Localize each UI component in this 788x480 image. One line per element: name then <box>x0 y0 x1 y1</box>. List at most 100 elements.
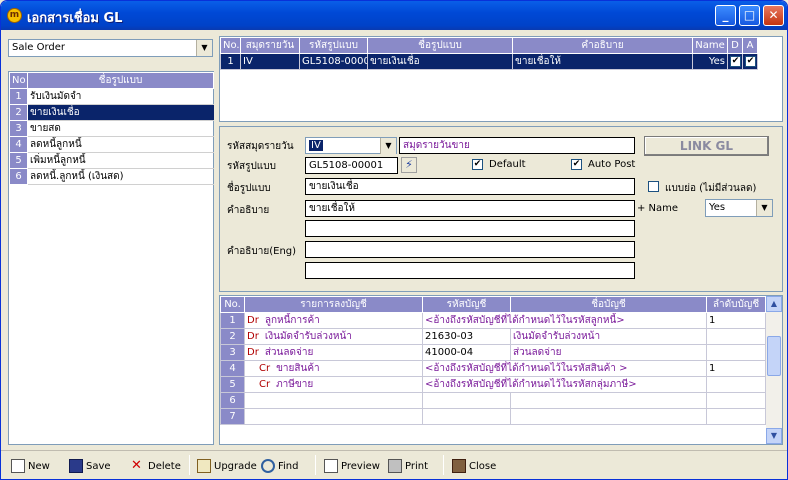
template-row[interactable]: 4 ลดหนี้ลูกหนี้ <box>9 136 214 153</box>
entry-item-cell[interactable]: Dr ส่วนลดจ่าย <box>244 344 423 361</box>
entry-code-cell[interactable]: 21630-03 <box>422 328 511 345</box>
entry-seq-cell[interactable] <box>706 328 766 345</box>
template-row-name[interactable]: รับเงินมัดจำ <box>27 88 214 105</box>
journal-code-select[interactable]: IV ▼ <box>305 137 397 154</box>
template-row-no: 4 <box>9 136 28 153</box>
header-grid-row[interactable]: 1 IV GL5108-0000 ขายเงินเชื่อ ขายเชื่อให้ Yes… <box>220 53 758 70</box>
title-bar[interactable]: m เอกสารเชื่อม GL _ □ ✕ <box>1 1 787 30</box>
name-select[interactable]: Yes ▼ <box>705 199 773 217</box>
entry-item-cell[interactable]: Cr ภาษีขาย <box>244 376 423 393</box>
entry-code-cell[interactable] <box>422 392 511 409</box>
entry-row[interactable]: 3 Dr ส่วนลดจ่าย 41000-04 ส่วนลดจ่าย <box>220 344 766 361</box>
description-field-2[interactable] <box>305 220 635 237</box>
entry-seq-cell[interactable]: 1 <box>706 360 766 377</box>
entry-row[interactable]: 4 Cr ขายสินค้า <อ้างถึงรหัสบัญชีที่ได้กำหนด… <box>220 360 766 377</box>
entry-row[interactable]: 2 Dr เงินมัดจำรับล่วงหน้า 21630-03 เงินมัดจำ… <box>220 328 766 345</box>
auto-post-label: Auto Post <box>588 159 636 170</box>
print-button[interactable]: Print <box>388 457 428 475</box>
entry-row[interactable]: 6 <box>220 392 766 409</box>
new-button[interactable]: New <box>11 457 50 475</box>
minimize-button[interactable]: _ <box>715 5 736 26</box>
entry-seq-cell[interactable] <box>706 376 766 393</box>
entry-account-cell[interactable]: <อ้างถึงรหัสบัญชีที่ได้กำหนดไว้ในรหัสสิน… <box>422 360 707 377</box>
entries-scrollbar[interactable]: ▲ ▼ <box>766 296 782 444</box>
description-eng-field[interactable] <box>305 241 635 258</box>
chevron-down-icon[interactable]: ▼ <box>756 200 772 216</box>
chevron-down-icon[interactable]: ▼ <box>380 138 396 154</box>
description-field[interactable]: ขายเชื่อให้ <box>305 200 635 217</box>
entries-col-name: ชื่อบัญชี <box>510 296 707 313</box>
template-row-name[interactable]: ลดหนี้ลูกหนี้ <box>27 136 214 153</box>
delete-button[interactable]: ✕ Delete <box>131 457 181 475</box>
frequent-checkbox[interactable] <box>648 181 659 192</box>
auto-post-checkbox[interactable]: ✔ <box>571 159 582 170</box>
link-gl-button[interactable]: LINK GL <box>644 136 769 156</box>
default-checkbox[interactable]: ✔ <box>472 159 483 170</box>
entry-account-cell[interactable]: <อ้างถึงรหัสบัญชีที่ได้กำหนดไว้ในรหัสกลุ… <box>422 376 707 393</box>
header-d-checkbox[interactable]: ✔ <box>730 55 741 67</box>
format-name-label: ชื่อรูปแบบ <box>227 183 271 194</box>
template-row-name[interactable]: ลดหนี้.ลูกหนี้ (เงินสด) <box>27 168 214 185</box>
entries-panel: No. รายการลงบัญชี รหัสบัญชี ชื่อบัญชี ลำ… <box>219 295 783 445</box>
find-button[interactable]: Find <box>261 457 299 475</box>
close-label: Close <box>469 460 497 472</box>
entry-seq-cell[interactable] <box>706 392 766 409</box>
header-a-checkbox[interactable]: ✔ <box>745 55 756 67</box>
entry-code-cell[interactable] <box>422 408 511 425</box>
entry-seq-cell[interactable]: 1 <box>706 312 766 329</box>
scroll-thumb[interactable] <box>767 336 781 376</box>
description-eng-field-2[interactable] <box>305 262 635 279</box>
template-row[interactable]: 5 เพิ่มหนี้ลูกหนี้ <box>9 152 214 169</box>
entry-item-cell[interactable] <box>244 408 423 425</box>
entry-code-cell[interactable]: 41000-04 <box>422 344 511 361</box>
close-button[interactable]: Close <box>452 457 496 475</box>
preview-button[interactable]: Preview <box>324 457 380 475</box>
entry-row[interactable]: 5 Cr ภาษีขาย <อ้างถึงรหัสบัญชีที่ได้กำหนดไว… <box>220 376 766 393</box>
template-row-name[interactable]: ขายสด <box>27 120 214 137</box>
entry-seq-cell[interactable] <box>706 408 766 425</box>
header-cell-d[interactable]: ✔ <box>727 53 743 70</box>
entry-account-cell[interactable]: <อ้างถึงรหัสบัญชีที่ได้กำหนดไว้ในรหัสลูก… <box>422 312 707 329</box>
chevron-down-icon[interactable]: ▼ <box>196 40 212 56</box>
template-row[interactable]: 6 ลดหนี้.ลูกหนี้ (เงินสด) <box>9 168 214 185</box>
journal-name-field: สมุดรายวันขาย <box>399 137 635 154</box>
scroll-down-icon[interactable]: ▼ <box>766 428 782 444</box>
header-col-code: รหัสรูปแบบ <box>299 37 368 54</box>
name-select-value: Yes <box>709 202 726 213</box>
run-icon[interactable]: ⚡ <box>401 157 417 173</box>
scroll-up-icon[interactable]: ▲ <box>766 296 782 312</box>
template-row-name[interactable]: ขายเงินเชื่อ <box>27 104 214 121</box>
save-button[interactable]: Save <box>69 457 111 475</box>
upgrade-button[interactable]: Upgrade <box>197 457 257 475</box>
entry-item-cell[interactable] <box>244 392 423 409</box>
header-cell-journal: IV <box>240 53 300 70</box>
toolbar-divider <box>189 455 190 475</box>
template-row-name[interactable]: เพิ่มหนี้ลูกหนี้ <box>27 152 214 169</box>
template-row-no: 6 <box>9 168 28 185</box>
description-eng-label: คำอธิบาย(Eng) <box>227 246 297 257</box>
entry-row[interactable]: 1 Dr ลูกหนี้การค้า <อ้างถึงรหัสบัญชีที่ได้ก… <box>220 312 766 329</box>
entry-name-cell <box>510 408 707 425</box>
format-name-field[interactable]: ขายเงินเชื่อ <box>305 178 635 195</box>
template-row[interactable]: 3 ขายสด <box>9 120 214 137</box>
entry-item-cell[interactable]: Dr ลูกหนี้การค้า <box>244 312 423 329</box>
template-row[interactable]: 1 รับเงินมัดจำ <box>9 88 214 105</box>
entries-col-seq: ลำดับบัญชี <box>706 296 766 313</box>
header-cell-a[interactable]: ✔ <box>742 53 758 70</box>
header-cell-code: GL5108-0000 <box>299 53 368 70</box>
entry-name-cell: เงินมัดจำรับล่วงหน้า <box>510 328 707 345</box>
maximize-button[interactable]: □ <box>739 5 760 26</box>
format-code-field[interactable]: GL5108-00001 <box>305 157 398 174</box>
search-icon <box>261 459 275 473</box>
entry-item-cell[interactable]: Cr ขายสินค้า <box>244 360 423 377</box>
header-col-d: D <box>727 37 743 54</box>
entry-row[interactable]: 7 <box>220 408 766 425</box>
entry-seq-cell[interactable] <box>706 344 766 361</box>
module-select[interactable]: Sale Order ▼ <box>8 39 213 57</box>
bottom-toolbar: New Save ✕ Delete Upgrade Find Preview P… <box>1 450 787 479</box>
template-row[interactable]: 2 ขายเงินเชื่อ <box>9 104 214 121</box>
upgrade-icon <box>197 459 211 473</box>
preview-label: Preview <box>341 460 380 472</box>
close-window-button[interactable]: ✕ <box>763 5 784 26</box>
entry-item-cell[interactable]: Dr เงินมัดจำรับล่วงหน้า <box>244 328 423 345</box>
